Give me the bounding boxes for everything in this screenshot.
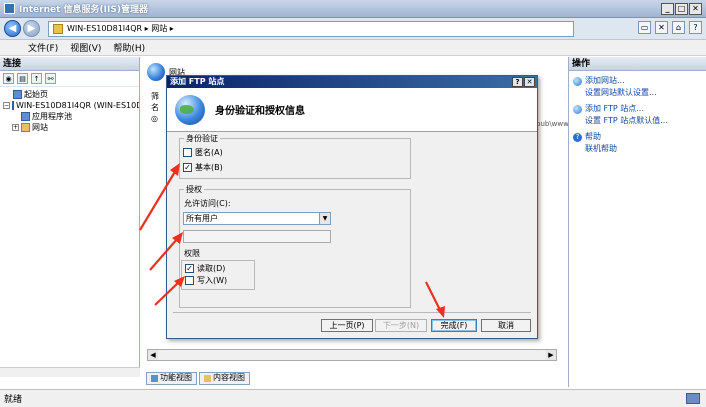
action-ftp-defaults[interactable]: 设置 FTP 站点默认值... bbox=[569, 115, 706, 127]
action-add-website[interactable]: 添加网站... bbox=[569, 75, 706, 87]
tree-node-app-pools[interactable]: 应用程序池 bbox=[3, 111, 139, 122]
dialog-heading: 身份验证和授权信息 bbox=[215, 106, 305, 117]
connections-tree: 起始页 − WIN-ES10D81I4QR (WIN-ES10D 应用程序池 +… bbox=[0, 87, 139, 133]
home-icon[interactable]: ⌂ bbox=[672, 21, 685, 34]
permissions-group: ✓ 读取(D) 写入(W) bbox=[181, 260, 255, 290]
menu-file[interactable]: 文件(F) bbox=[28, 41, 58, 54]
anonymous-check-icon bbox=[183, 148, 192, 157]
dialog-separator bbox=[173, 312, 531, 313]
address-toolbar: ◀ ▶ WIN-ES10D81I4QR ▸ 网站 ▸ ▭ ✕ ⌂ ? bbox=[0, 18, 706, 40]
chevron-down-icon[interactable]: ▼ bbox=[319, 213, 330, 224]
app-pool-icon bbox=[21, 112, 30, 121]
allow-access-label: 允许访问(C): bbox=[184, 199, 231, 208]
authentication-group: 身份验证 匿名(A) ✓ 基本(B) bbox=[179, 133, 411, 179]
tab-features-view[interactable]: 功能视图 bbox=[146, 371, 197, 385]
iis-app-icon bbox=[4, 3, 15, 14]
dialog-close-button[interactable]: ✕ bbox=[524, 77, 535, 87]
add-ftp-icon bbox=[573, 105, 582, 114]
dialog-title: 添加 FTP 站点 bbox=[170, 77, 225, 86]
permissions-label: 权限 bbox=[184, 249, 200, 258]
status-bar: 就绪 bbox=[0, 389, 706, 407]
add-ftp-site-dialog: 添加 FTP 站点 ? ✕ 身份验证和授权信息 身份验证 匿名(A) ✓ 基本(… bbox=[166, 75, 538, 339]
content-view-icon bbox=[204, 374, 211, 382]
left-horizontal-scrollbar[interactable] bbox=[0, 367, 140, 377]
dialog-header: 身份验证和授权信息 bbox=[167, 88, 537, 132]
content-horizontal-scrollbar[interactable]: ◀ ▶ bbox=[147, 349, 557, 361]
start-page-icon bbox=[13, 90, 22, 99]
stop-icon[interactable]: ✕ bbox=[655, 21, 668, 34]
site-icon bbox=[53, 23, 63, 34]
window-controls: _ □ ✕ bbox=[661, 3, 702, 15]
menu-view[interactable]: 视图(V) bbox=[70, 41, 101, 54]
collapse-icon[interactable]: − bbox=[3, 102, 10, 109]
dialog-controls: ? ✕ bbox=[512, 77, 535, 87]
next-button[interactable]: 下一步(N) bbox=[375, 319, 427, 332]
scroll-left-icon[interactable]: ◀ bbox=[148, 350, 158, 360]
toolbar-icon[interactable]: ▭ bbox=[638, 21, 651, 34]
folder-icon bbox=[21, 123, 30, 132]
expand-icon[interactable]: + bbox=[12, 124, 19, 131]
connections-pane: 连接 ◉ ▤ ↑ ⚯ 起始页 − WIN-ES10D81I4QR (WIN-ES… bbox=[0, 57, 140, 377]
network-icon bbox=[686, 393, 700, 404]
minimize-button[interactable]: _ bbox=[661, 3, 674, 15]
add-website-icon bbox=[573, 77, 582, 86]
tree-node-sites[interactable]: + 网站 bbox=[3, 122, 139, 133]
action-help[interactable]: ? 帮助 bbox=[569, 131, 706, 143]
globe-icon bbox=[175, 94, 205, 125]
connect-icon[interactable]: ◉ bbox=[3, 73, 14, 84]
help-circle-icon: ? bbox=[573, 133, 582, 142]
up-icon[interactable]: ↑ bbox=[31, 73, 42, 84]
tree-node-start-page[interactable]: 起始页 bbox=[3, 89, 139, 100]
scroll-right-icon[interactable]: ▶ bbox=[546, 350, 556, 360]
forward-icon[interactable]: ▶ bbox=[23, 20, 40, 37]
background-path: pub\www bbox=[536, 120, 569, 128]
allow-access-select[interactable]: 所有用户 ▼ bbox=[183, 212, 331, 225]
connections-header: 连接 bbox=[0, 57, 139, 71]
view-tabs: 功能视图 内容视图 bbox=[141, 371, 567, 385]
address-box[interactable]: WIN-ES10D81I4QR ▸ 网站 ▸ bbox=[48, 20, 574, 37]
save-icon[interactable]: ▤ bbox=[17, 73, 28, 84]
close-button[interactable]: ✕ bbox=[689, 3, 702, 15]
connections-toolbar: ◉ ▤ ↑ ⚯ bbox=[0, 71, 139, 87]
back-icon[interactable]: ◀ bbox=[4, 20, 21, 37]
basic-checkbox[interactable]: ✓ 基本(B) bbox=[180, 162, 410, 173]
action-add-ftp-site[interactable]: 添加 FTP 站点... bbox=[569, 103, 706, 115]
server-icon bbox=[12, 101, 14, 110]
actions-header: 操作 bbox=[569, 57, 706, 71]
basic-check-icon: ✓ bbox=[183, 163, 192, 172]
write-check-icon bbox=[185, 276, 194, 285]
window-title-bar: Internet 信息服务(IIS)管理器 _ □ ✕ bbox=[0, 0, 706, 18]
address-path: WIN-ES10D81I4QR ▸ 网站 ▸ bbox=[67, 24, 174, 33]
previous-button[interactable]: 上一页(P) bbox=[321, 319, 373, 332]
cancel-button[interactable]: 取消 bbox=[481, 319, 531, 332]
window-title: Internet 信息服务(IIS)管理器 bbox=[19, 5, 148, 15]
features-view-icon bbox=[151, 374, 158, 382]
dialog-title-bar: 添加 FTP 站点 ? ✕ bbox=[167, 76, 537, 88]
action-site-defaults[interactable]: 设置网站默认设置... bbox=[569, 87, 706, 99]
actions-pane: 操作 添加网站... 设置网站默认设置... 添加 FTP 站点... 设置 F… bbox=[568, 57, 706, 387]
dialog-help-button[interactable]: ? bbox=[512, 77, 523, 87]
tab-content-view[interactable]: 内容视图 bbox=[199, 371, 250, 385]
tree-node-server[interactable]: − WIN-ES10D81I4QR (WIN-ES10D bbox=[3, 100, 139, 111]
maximize-button[interactable]: □ bbox=[675, 3, 688, 15]
authorization-value-field[interactable] bbox=[183, 230, 331, 243]
read-check-icon: ✓ bbox=[185, 264, 194, 273]
address-right-tools: ▭ ✕ ⌂ ? bbox=[638, 21, 702, 34]
help-icon[interactable]: ? bbox=[689, 21, 702, 34]
connect-server-icon[interactable]: ⚯ bbox=[45, 73, 56, 84]
menu-help[interactable]: 帮助(H) bbox=[113, 41, 145, 54]
read-checkbox[interactable]: ✓ 读取(D) bbox=[182, 263, 254, 274]
menu-bar: 文件(F) 视图(V) 帮助(H) bbox=[0, 40, 706, 56]
globe-icon bbox=[147, 63, 165, 81]
finish-button[interactable]: 完成(F) bbox=[431, 319, 477, 332]
write-checkbox[interactable]: 写入(W) bbox=[182, 275, 254, 286]
status-text: 就绪 bbox=[4, 395, 23, 405]
action-online-help[interactable]: 联机帮助 bbox=[569, 143, 706, 155]
anonymous-checkbox[interactable]: 匿名(A) bbox=[180, 147, 410, 158]
